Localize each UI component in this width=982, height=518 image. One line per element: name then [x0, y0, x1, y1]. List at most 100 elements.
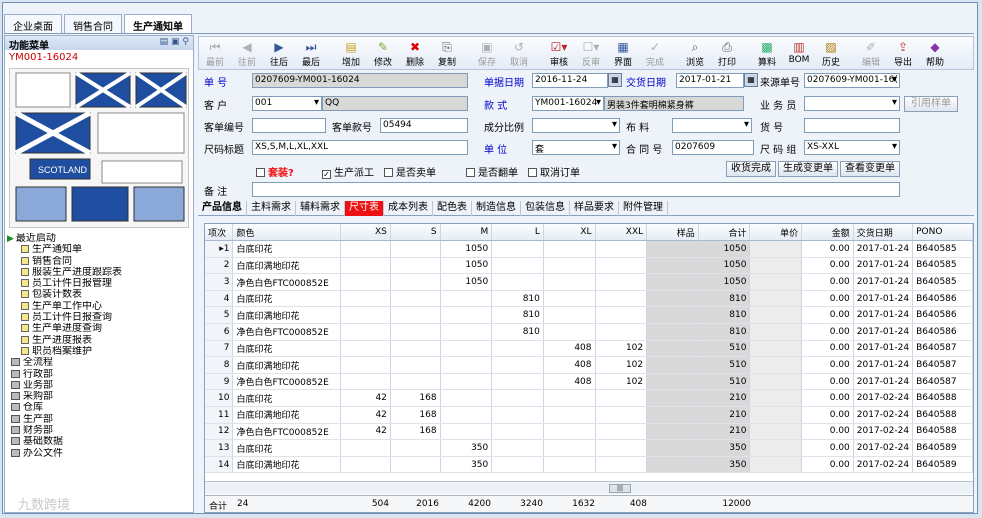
- table-cell[interactable]: [543, 439, 596, 457]
- table-cell[interactable]: 408: [543, 356, 596, 374]
- horizontal-scrollbar[interactable]: |||: [205, 481, 973, 494]
- customer-no-field[interactable]: [252, 118, 326, 133]
- table-cell[interactable]: [390, 257, 441, 275]
- table-cell[interactable]: [646, 406, 699, 424]
- calc-material-button[interactable]: ▩ 算料: [751, 37, 783, 69]
- column-header[interactable]: PONO: [912, 224, 973, 242]
- tab-sales-contract[interactable]: 销售合同: [64, 14, 122, 34]
- tab-packaging[interactable]: 包装信息: [521, 201, 570, 216]
- table-cell[interactable]: 1050: [698, 240, 751, 258]
- table-cell[interactable]: [390, 456, 441, 474]
- table-cell[interactable]: B640588: [912, 389, 973, 408]
- approve-button[interactable]: ☑▾ 审核: [543, 37, 575, 69]
- table-cell[interactable]: [749, 406, 803, 424]
- table-cell[interactable]: 350: [698, 456, 751, 474]
- table-cell[interactable]: [340, 323, 391, 341]
- table-cell[interactable]: 2017-01-24: [853, 340, 914, 358]
- table-cell[interactable]: [646, 439, 699, 457]
- table-cell[interactable]: 42: [340, 389, 391, 408]
- table-row[interactable]: 4 白底印花 810 810 0.00 2017-01-24 B640586: [205, 290, 973, 308]
- table-cell[interactable]: 2017-01-24: [853, 273, 914, 291]
- column-header[interactable]: L: [491, 224, 544, 242]
- tab-main-material[interactable]: 主料需求: [247, 201, 296, 216]
- table-row[interactable]: 3 净色白色FTC000852E 1050 1050 0.00 2017-01-24 B64…: [205, 273, 973, 291]
- table-cell[interactable]: [440, 406, 493, 424]
- table-cell[interactable]: [543, 257, 596, 275]
- goods-no-field[interactable]: [804, 118, 900, 133]
- table-cell[interactable]: [340, 273, 391, 291]
- table-cell[interactable]: B640585: [912, 273, 973, 291]
- table-cell[interactable]: [390, 290, 441, 308]
- table-cell[interactable]: [340, 439, 391, 457]
- panel-controls-icon[interactable]: ▤ ▣ ⚲: [160, 37, 189, 49]
- contract-field[interactable]: 0207609: [672, 140, 754, 155]
- tab-cost-list[interactable]: 成本列表: [384, 201, 433, 216]
- tree-item-progress-query[interactable]: 生产单进度查询: [7, 323, 193, 334]
- table-cell[interactable]: [749, 290, 803, 308]
- table-cell[interactable]: 2017-02-24: [853, 406, 914, 424]
- table-cell[interactable]: [491, 423, 544, 441]
- tree-item-piecework-daily[interactable]: 员工计件日报管理: [7, 278, 193, 289]
- table-cell[interactable]: 0.00: [801, 290, 854, 308]
- table-cell[interactable]: [646, 273, 699, 291]
- table-cell[interactable]: 白底印花: [232, 340, 342, 358]
- next-record-button[interactable]: ▶ 往后: [263, 37, 295, 69]
- table-cell[interactable]: 2017-02-24: [853, 439, 914, 457]
- table-row[interactable]: 6 净色白色FTC000852E 810 810 0.00 2017-01-24 B6405…: [205, 323, 973, 341]
- table-cell[interactable]: 810: [491, 323, 544, 341]
- table-cell[interactable]: 810: [698, 323, 751, 341]
- table-cell[interactable]: [646, 257, 699, 275]
- table-cell[interactable]: [491, 373, 544, 391]
- calendar-icon[interactable]: ▦: [744, 73, 758, 87]
- cancel-button[interactable]: ↺ 取消: [503, 37, 535, 69]
- table-cell[interactable]: [543, 423, 596, 441]
- table-cell[interactable]: 12: [205, 423, 234, 441]
- table-cell[interactable]: [340, 456, 391, 474]
- table-cell[interactable]: 0.00: [801, 257, 854, 275]
- table-cell[interactable]: [440, 323, 493, 341]
- table-row[interactable]: 2 白底印满地印花 1050 1050 0.00 2017-01-24 B640585: [205, 257, 973, 275]
- table-cell[interactable]: [646, 306, 699, 325]
- table-cell[interactable]: [646, 456, 699, 474]
- print-button[interactable]: ⎙ 打印: [711, 37, 743, 69]
- table-cell[interactable]: 210: [698, 423, 751, 441]
- table-cell[interactable]: B640589: [912, 439, 973, 457]
- table-cell[interactable]: 白底印满地印花: [232, 456, 342, 474]
- tab-attachments[interactable]: 附件管理: [619, 201, 668, 216]
- table-cell[interactable]: [646, 290, 699, 308]
- table-cell[interactable]: B640585: [912, 257, 973, 275]
- browse-button[interactable]: ⌕ 浏览: [679, 37, 711, 69]
- tab-sample-req[interactable]: 样品要求: [570, 201, 619, 216]
- table-cell[interactable]: 0.00: [801, 240, 854, 258]
- table-cell[interactable]: 0.00: [801, 423, 854, 441]
- table-cell[interactable]: B640586: [912, 306, 973, 325]
- table-cell[interactable]: [340, 356, 391, 374]
- tree-item-work-center[interactable]: 生产单工作中心: [7, 301, 193, 312]
- table-cell[interactable]: 168: [390, 406, 441, 424]
- table-cell[interactable]: [390, 373, 441, 391]
- table-cell[interactable]: [646, 240, 699, 258]
- table-cell[interactable]: [543, 273, 596, 291]
- table-cell[interactable]: 810: [491, 290, 544, 308]
- table-cell[interactable]: 1050: [440, 257, 493, 275]
- table-cell[interactable]: [340, 257, 391, 275]
- table-cell[interactable]: 0.00: [801, 273, 854, 291]
- save-button[interactable]: ▣ 保存: [471, 37, 503, 69]
- table-row[interactable]: 5 白底印满地印花 810 810 0.00 2017-01-24 B640586: [205, 306, 973, 325]
- table-cell[interactable]: 0.00: [801, 340, 854, 358]
- table-cell[interactable]: 810: [491, 306, 544, 325]
- column-header[interactable]: 合计: [698, 224, 751, 242]
- table-cell[interactable]: 2017-01-24: [853, 356, 914, 374]
- table-cell[interactable]: [390, 306, 441, 325]
- tree-group-base-data[interactable]: 基础数据: [7, 436, 193, 447]
- tree-group-full-process[interactable]: 全流程: [7, 357, 193, 368]
- column-header[interactable]: 金额: [801, 224, 854, 242]
- table-cell[interactable]: 0.00: [801, 439, 854, 457]
- unit-select[interactable]: 套: [532, 140, 620, 155]
- tree-item-production-notice[interactable]: 生产通知单: [7, 244, 193, 255]
- style-name-field[interactable]: 男装3件套明棉紧身裤: [604, 96, 744, 111]
- cancel-order-checkbox[interactable]: 取消订单: [528, 164, 580, 179]
- table-row[interactable]: 9 净色白色FTC000852E 408 102 510 0.00 2017-01-24 B6…: [205, 373, 973, 391]
- table-cell[interactable]: [749, 456, 803, 474]
- column-header[interactable]: 颜色: [232, 224, 342, 242]
